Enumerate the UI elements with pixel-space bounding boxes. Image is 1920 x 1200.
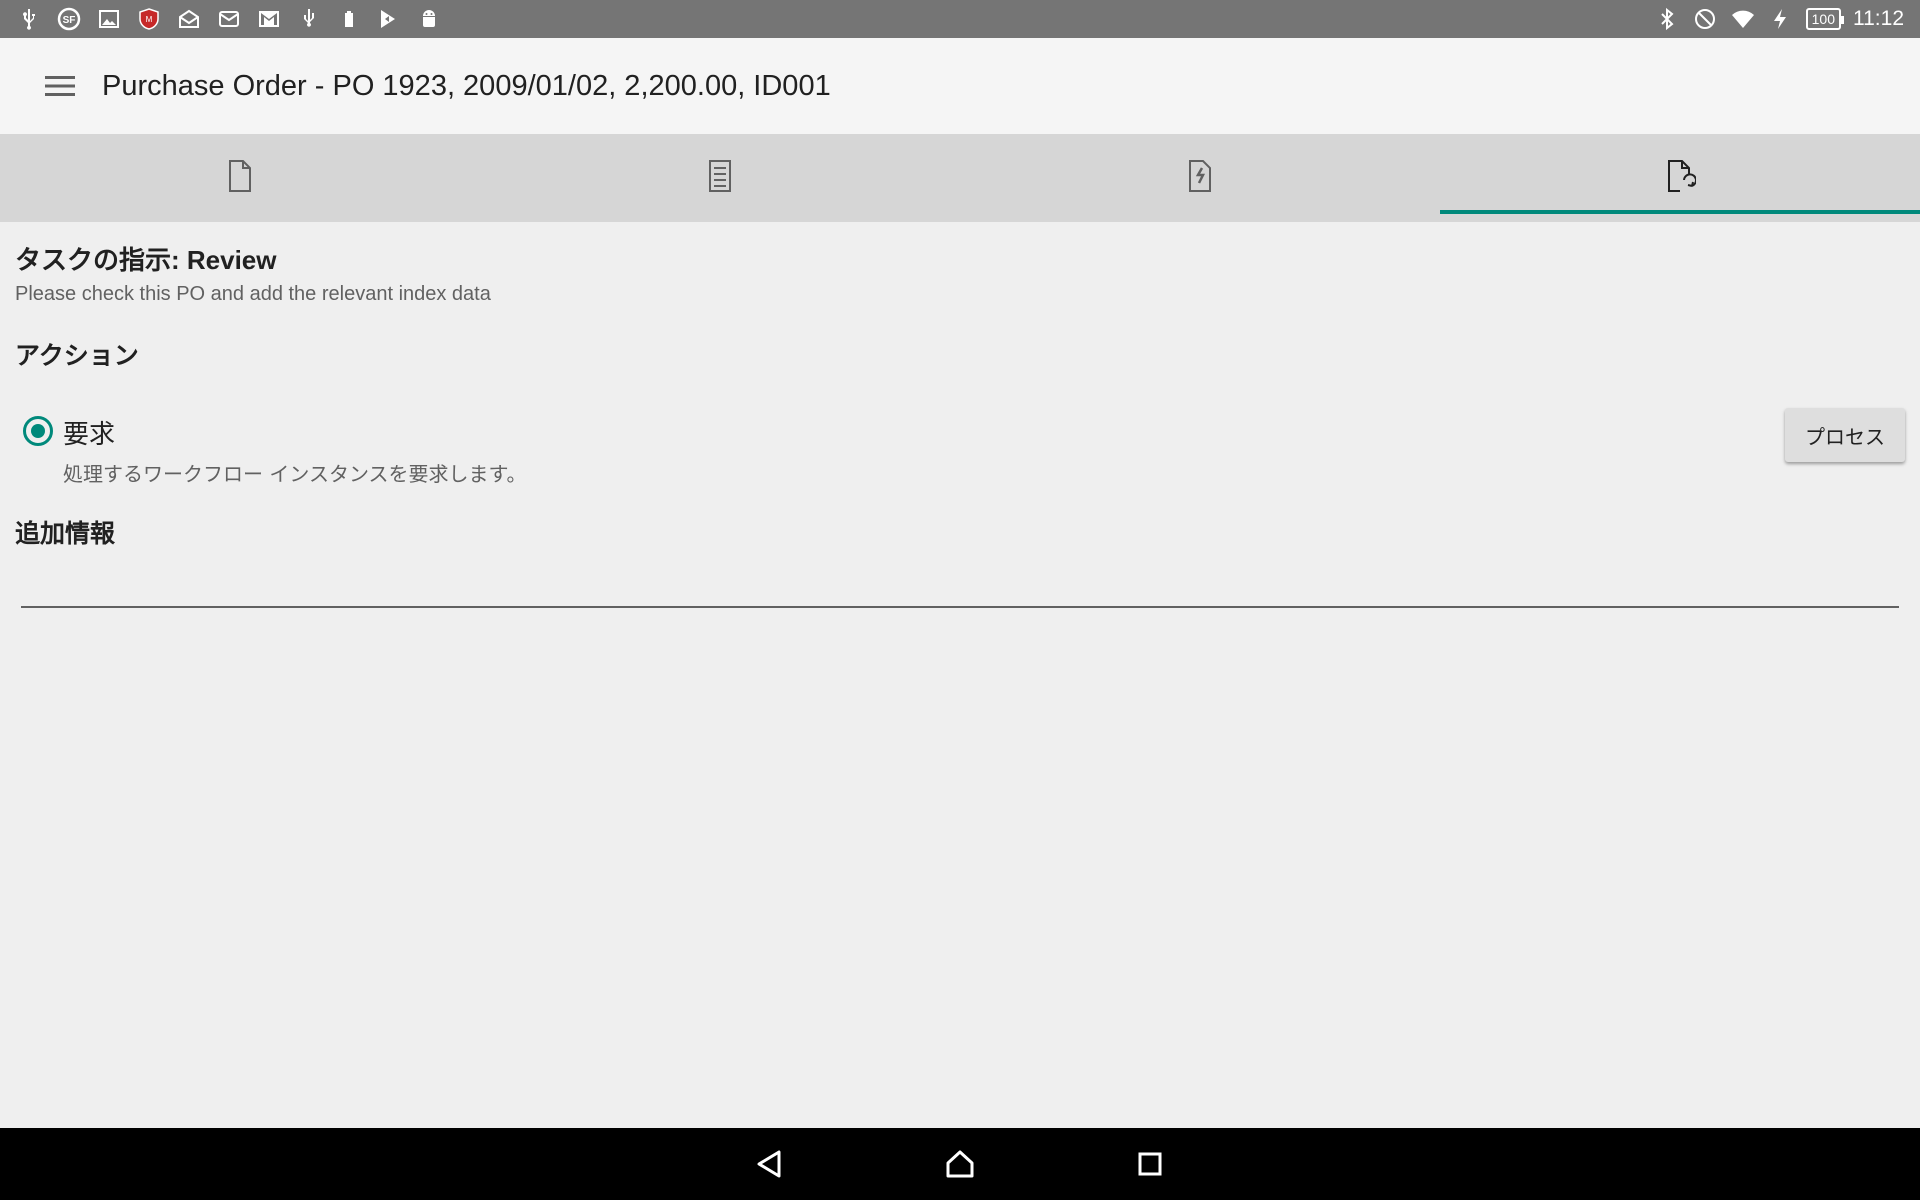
wifi-icon [1730, 6, 1756, 32]
back-icon[interactable] [740, 1134, 800, 1194]
tab-index-data[interactable] [480, 134, 960, 222]
clock: 11:12 [1853, 7, 1904, 30]
mail-open-icon [176, 6, 202, 32]
document-history-icon [1184, 158, 1216, 198]
action-claim-description: 処理するワークフロー インスタンスを要求します。 [63, 462, 527, 486]
tab-bar [0, 134, 1920, 222]
android-icon [416, 6, 442, 32]
svg-text:SF: SF [63, 15, 76, 26]
status-bar: SF M 100 11:12 [0, 0, 1920, 38]
checklist-icon [704, 158, 736, 198]
recents-icon[interactable] [1120, 1134, 1180, 1194]
workflow-document-icon [1664, 158, 1697, 198]
process-button[interactable]: プロセス [1785, 408, 1905, 462]
sf-app-icon: SF [56, 6, 82, 32]
task-content: タスクの指示: Review Please check this PO and … [15, 222, 1905, 608]
page-title: Purchase Order - PO 1923, 2009/01/02, 2,… [102, 69, 831, 102]
svg-text:M: M [146, 15, 153, 24]
bluetooth-icon [1654, 6, 1680, 32]
task-title: タスクの指示: Review [15, 245, 277, 275]
do-not-disturb-icon [1692, 6, 1718, 32]
actions-heading: アクション [15, 341, 139, 370]
charging-icon [1768, 6, 1794, 32]
battery-level: 100 [1805, 8, 1845, 30]
image-icon [96, 6, 122, 32]
app-bar: Purchase Order - PO 1923, 2009/01/02, 2,… [0, 38, 1920, 134]
system-status: 100 11:12 [1654, 6, 1904, 32]
play-store-icon [376, 6, 402, 32]
additional-info-input[interactable] [21, 568, 1899, 608]
action-claim-row: 要求 処理するワークフロー インスタンスを要求します。 プロセス [15, 408, 1905, 486]
mail-icon [216, 6, 242, 32]
tab-document[interactable] [0, 134, 480, 222]
task-description: Please check this PO and add the relevan… [15, 283, 491, 305]
tab-workflow[interactable] [1440, 134, 1920, 222]
gmail-icon [256, 6, 282, 32]
navigation-bar [0, 1128, 1920, 1200]
usb-icon [16, 6, 42, 32]
action-claim-label[interactable]: 要求 [63, 414, 115, 451]
notification-icons: SF M [16, 6, 442, 32]
additional-info-heading: 追加情報 [15, 519, 116, 548]
action-claim-radio[interactable] [23, 416, 53, 446]
document-icon [224, 158, 256, 198]
tab-history[interactable] [960, 134, 1440, 222]
hamburger-menu-icon[interactable] [30, 56, 90, 116]
mcafee-icon: M [136, 6, 162, 32]
home-icon[interactable] [930, 1134, 990, 1194]
battery-charge-icon [336, 6, 362, 32]
usb-debug-icon [296, 6, 322, 32]
